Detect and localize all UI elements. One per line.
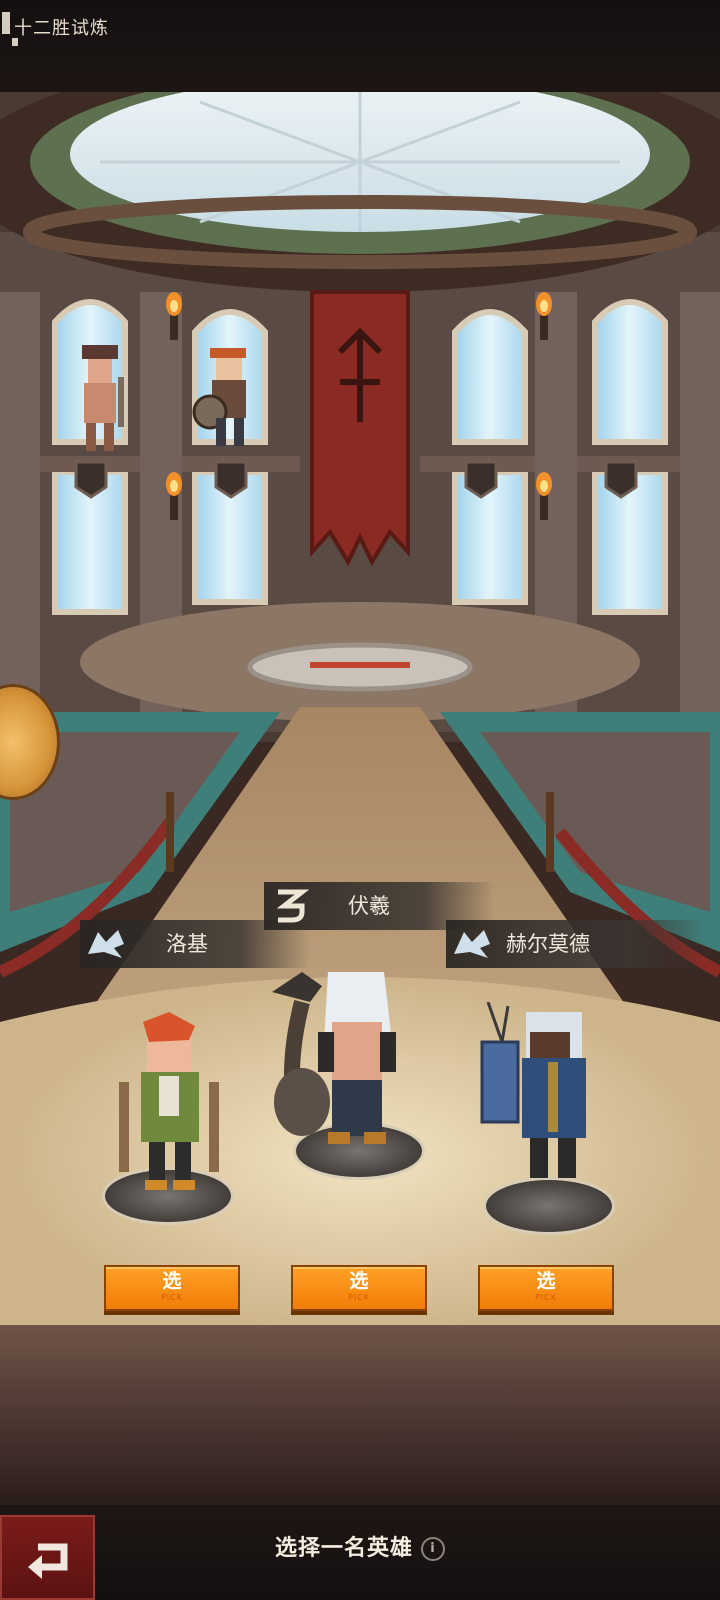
warrior-figure-left — [82, 345, 124, 451]
info-icon[interactable]: i — [421, 1537, 445, 1561]
hero-name: 赫尔莫德 — [506, 932, 590, 956]
window-title: 十二胜试炼 — [14, 18, 109, 39]
hero-sprite-hermod[interactable] — [478, 1002, 608, 1202]
hero-name-plate-hermod: 赫尔莫德 — [446, 920, 706, 968]
title-marker — [2, 12, 10, 34]
instruction-label: 选择一名英雄 — [274, 1535, 413, 1561]
pick-button-fuxi[interactable]: 选 PICK — [291, 1265, 427, 1311]
pick-button-loki[interactable]: 选 PICK — [104, 1265, 240, 1311]
serpent-emblem-icon — [276, 889, 310, 923]
pick-label: 选 — [536, 1270, 556, 1292]
floor-shadow — [0, 1325, 720, 1505]
instruction-text: 选择一名英雄 i — [0, 1530, 720, 1562]
pick-sublabel: PICK — [347, 1293, 370, 1302]
pick-label: 选 — [162, 1270, 182, 1292]
wolf-emblem-icon — [88, 930, 124, 958]
pick-sublabel: PICK — [160, 1293, 183, 1302]
hero-name: 洛基 — [166, 932, 208, 956]
arena-scene: 洛基 伏羲 赫尔莫德 选 PICK 选 PICK 选 PICK — [0, 92, 720, 1437]
wolf-emblem-icon — [454, 930, 490, 958]
hero-sprite-loki[interactable] — [105, 1012, 235, 1212]
hero-name: 伏羲 — [348, 894, 390, 918]
pick-sublabel: PICK — [534, 1293, 557, 1302]
pick-label: 选 — [349, 1270, 369, 1292]
hero-sprite-fuxi[interactable] — [262, 962, 432, 1162]
pick-button-hermod[interactable]: 选 PICK — [478, 1265, 614, 1311]
arena-background — [0, 92, 720, 1437]
warrior-figure-shield — [192, 348, 246, 446]
